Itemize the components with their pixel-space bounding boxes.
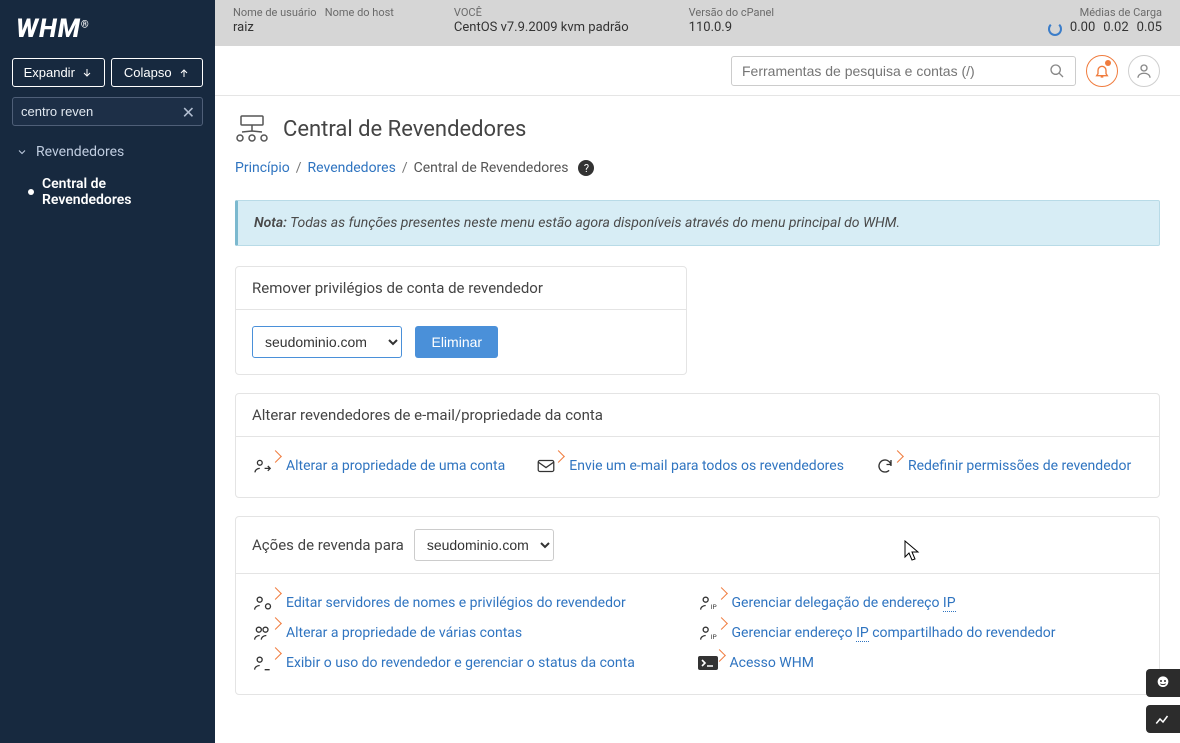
notifications-button[interactable]: [1086, 55, 1118, 87]
account-button[interactable]: [1128, 55, 1160, 87]
topbar-os-label: VOCÊ: [454, 6, 629, 20]
link-show-usage[interactable]: Exibir o uso do revendedor e gerenciar o…: [252, 654, 668, 672]
sidebar-search-input[interactable]: [12, 97, 203, 126]
load-avg-3: 0.05: [1137, 20, 1162, 37]
topbar-user-host-label: Nome de usuário Nome do host: [233, 6, 394, 20]
link-change-multi-ownership[interactable]: Alterar a propriedade de várias contas: [252, 624, 668, 642]
help-icon[interactable]: ?: [578, 160, 594, 176]
breadcrumb-home[interactable]: Princípio: [235, 160, 290, 176]
arrow-down-icon: [81, 67, 93, 79]
link-edit-nameservers[interactable]: Editar servidores de nomes e privilégios…: [252, 594, 668, 612]
topbar-version-label: Versão do cPanel: [689, 6, 774, 20]
arrow-up-icon: [178, 67, 190, 79]
eliminate-button[interactable]: Eliminar: [415, 326, 498, 358]
expand-button[interactable]: Expandir: [12, 58, 105, 87]
users-arrow-icon: [252, 624, 274, 642]
user-gear-icon: [252, 594, 274, 612]
notice-banner: Nota: Todas as funções presentes neste m…: [235, 200, 1160, 246]
link-manage-ip-delegation[interactable]: IP Gerenciar delegação de endereço IP: [698, 594, 1114, 612]
global-search[interactable]: [731, 56, 1076, 86]
svg-text:IP: IP: [710, 603, 716, 611]
link-manage-shared-ip[interactable]: IP Gerenciar endereço IP compartilhado d…: [698, 624, 1114, 642]
sidebar: WHM® Expandir Colapso ✕ Revendedores Cen…: [0, 0, 215, 743]
remove-privileges-panel: Remover privilégios de conta de revended…: [235, 266, 687, 375]
global-search-input[interactable]: [742, 63, 1041, 79]
bullet-icon: [28, 189, 34, 195]
resale-actions-select[interactable]: seudominio.com: [414, 529, 554, 561]
breadcrumb-current: Central de Revendedores: [414, 160, 569, 176]
link-change-ownership[interactable]: Alterar a propriedade de uma conta: [252, 457, 505, 475]
whm-logo[interactable]: WHM®: [0, 0, 215, 58]
clear-icon[interactable]: ✕: [182, 103, 195, 122]
resale-actions-title: Ações de revenda para: [252, 536, 404, 554]
reset-icon: [874, 457, 896, 475]
link-whm-access[interactable]: Acesso WHM: [698, 654, 1114, 672]
topbar-load-label: Médias de Carga: [1048, 6, 1162, 20]
page-title: Central de Revendedores: [283, 117, 526, 142]
user-arrow-icon: [252, 457, 274, 475]
topbar-version-value: 110.0.9: [689, 20, 774, 37]
terminal-icon: [698, 656, 718, 670]
breadcrumbs: Princípio / Revendedores / Central de Re…: [235, 160, 1160, 176]
change-resellers-title: Alterar revendedores de e-mail/proprieda…: [236, 394, 1159, 437]
chevron-down-icon: [16, 146, 28, 158]
reseller-center-icon: [235, 114, 269, 144]
user-ip-shared-icon: IP: [698, 624, 720, 642]
searchbar: [215, 46, 1180, 96]
user-icon: [1135, 62, 1153, 80]
support-chat-icon[interactable]: [1146, 669, 1180, 697]
load-avg-1: 0.00: [1070, 20, 1095, 37]
nav-item-reseller-center[interactable]: Central de Revendedores: [0, 168, 215, 216]
search-icon[interactable]: [1049, 63, 1065, 79]
link-email-all-resellers[interactable]: Envie um e-mail para todos os revendedor…: [535, 457, 844, 475]
change-resellers-panel: Alterar revendedores de e-mail/proprieda…: [235, 393, 1160, 498]
load-avg-2: 0.02: [1103, 20, 1128, 37]
user-ip-icon: IP: [698, 594, 720, 612]
user-status-icon: [252, 654, 274, 672]
link-reset-permissions[interactable]: Redefinir permissões de revendedor: [874, 457, 1131, 475]
notification-dot: [1105, 60, 1111, 66]
mail-icon: [535, 457, 557, 475]
collapse-button[interactable]: Colapso: [111, 58, 204, 87]
nav-group-resellers[interactable]: Revendedores: [0, 136, 215, 168]
svg-text:IP: IP: [710, 633, 716, 641]
breadcrumb-resellers[interactable]: Revendedores: [308, 160, 396, 176]
remove-privileges-select[interactable]: seudominio.com: [252, 326, 402, 358]
resale-actions-panel: Ações de revenda para seudominio.com Edi…: [235, 516, 1160, 695]
support-stats-icon[interactable]: [1146, 705, 1180, 733]
topbar-os-value: CentOS v7.9.2009 kvm padrão: [454, 20, 629, 37]
refresh-icon[interactable]: [1048, 22, 1062, 36]
remove-privileges-title: Remover privilégios de conta de revended…: [236, 267, 686, 310]
topbar-username: raiz: [233, 20, 394, 37]
topbar: Nome de usuário Nome do host raiz VOCÊ C…: [215, 0, 1180, 46]
